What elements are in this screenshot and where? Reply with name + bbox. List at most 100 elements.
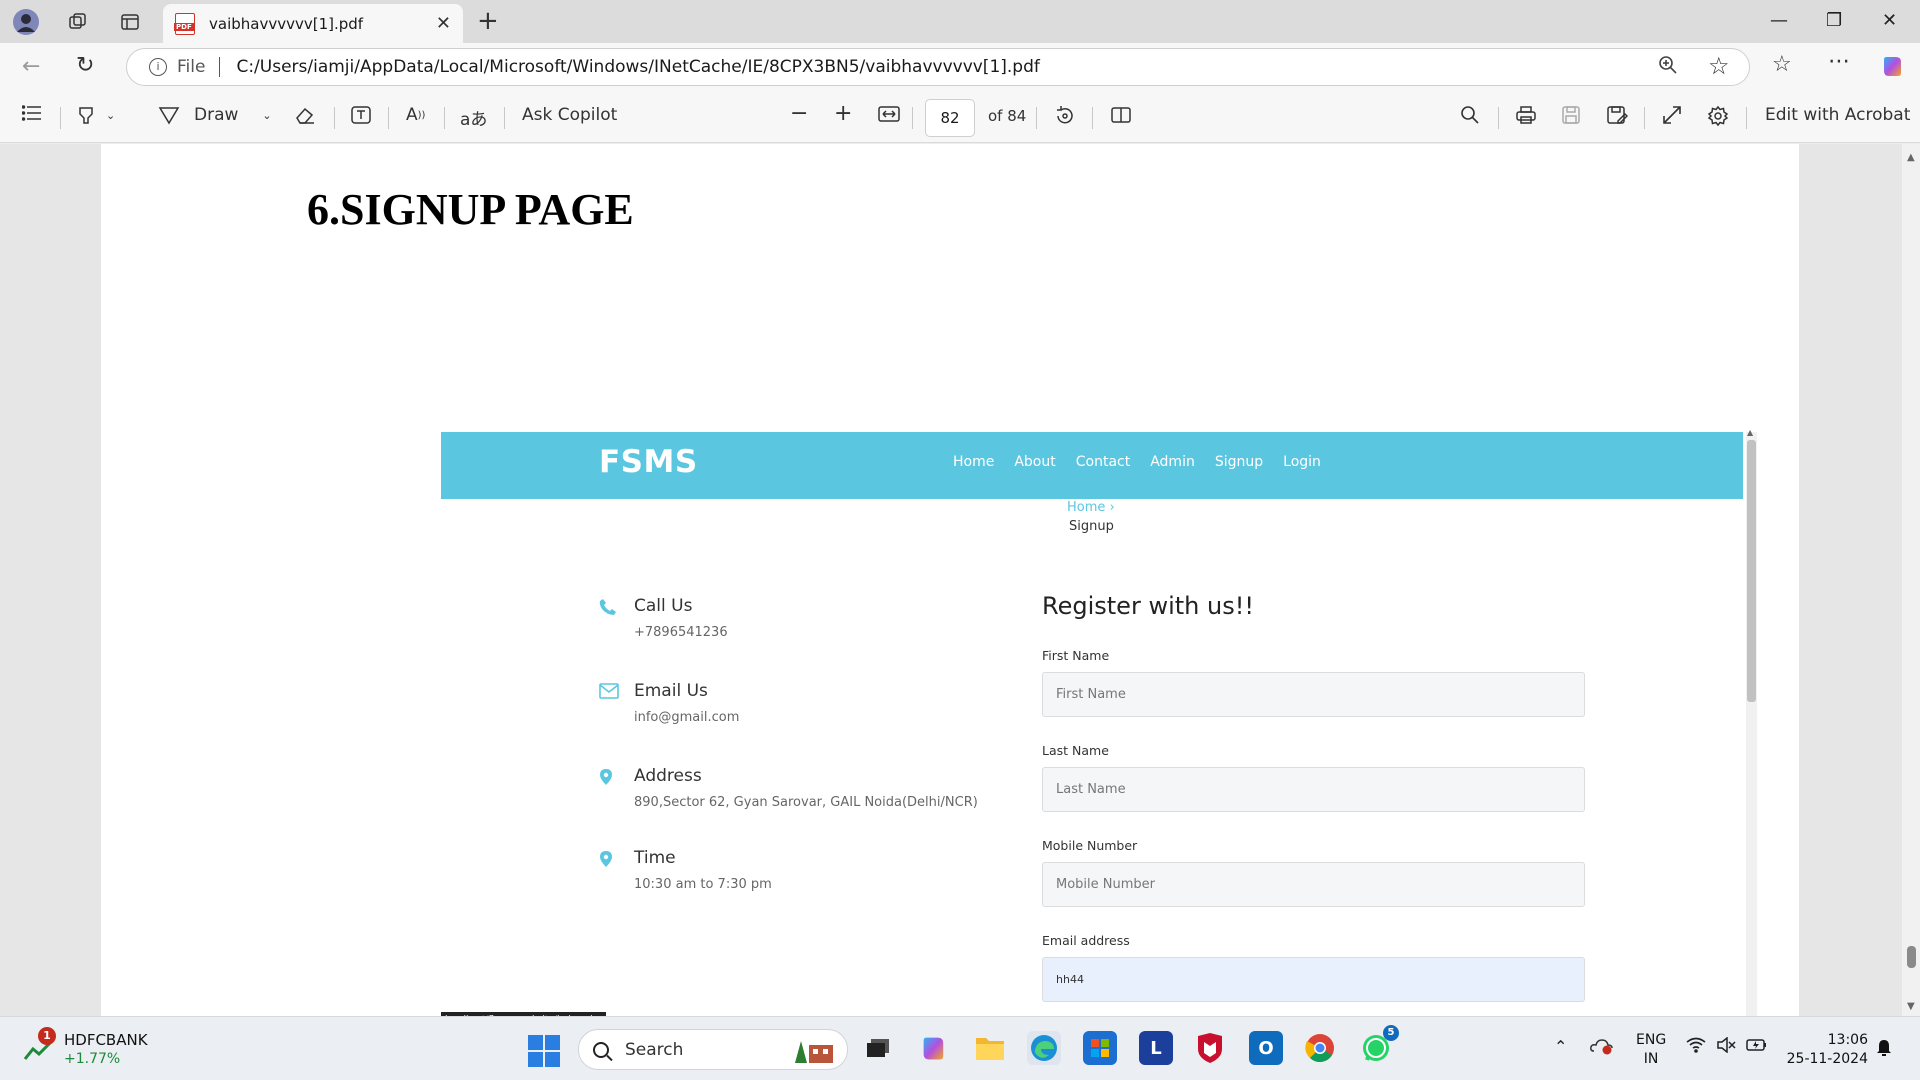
whatsapp-badge: 5 (1383, 1025, 1399, 1041)
notification-bell-icon[interactable] (1876, 1039, 1892, 1061)
more-options-icon[interactable]: ⋯ (1828, 49, 1850, 74)
window-close-icon[interactable]: ✕ (1882, 10, 1897, 31)
restore-icon[interactable]: ❐ (1826, 10, 1842, 31)
chrome-icon[interactable] (1303, 1031, 1337, 1065)
store-icon[interactable] (1083, 1031, 1117, 1065)
nav-signup[interactable]: Signup (1215, 454, 1263, 470)
vertical-tabs-icon[interactable] (116, 8, 144, 36)
breadcrumb-home[interactable]: Home › (1067, 500, 1115, 515)
edit-with-acrobat-button[interactable]: Edit with Acrobat (1765, 105, 1910, 125)
new-tab-icon[interactable]: + (477, 8, 499, 34)
wifi-icon[interactable] (1686, 1037, 1706, 1057)
page-number-input[interactable]: 82 (925, 99, 975, 137)
chevron-down-icon[interactable]: ⌄ (262, 109, 271, 122)
task-view-icon[interactable] (861, 1031, 895, 1065)
battery-charging-icon[interactable] (1746, 1037, 1768, 1057)
favorites-icon[interactable]: ☆ (1772, 52, 1792, 77)
text-box-icon[interactable] (350, 105, 372, 125)
workspaces-icon[interactable] (64, 8, 92, 36)
zoom-icon[interactable] (1658, 55, 1678, 80)
language-indicator[interactable]: ENG IN (1636, 1031, 1666, 1069)
l-app-icon[interactable]: L (1139, 1031, 1173, 1065)
system-clock[interactable]: 13:06 25-11-2024 (1786, 1031, 1868, 1069)
onedrive-status-icon[interactable] (1590, 1037, 1614, 1059)
profile-avatar-icon[interactable] (12, 8, 40, 36)
contents-list-icon[interactable] (22, 105, 42, 121)
back-icon[interactable]: ← (22, 54, 40, 79)
toolbar-divider (1036, 107, 1037, 129)
pdf-toolbar: ⌄ Draw ⌄ A)) aあ Ask Copilot − + 82 of 84 (0, 91, 1920, 143)
highlight-icon[interactable]: ⌄ (76, 105, 115, 125)
chevron-down-icon[interactable]: ⌄ (106, 109, 115, 122)
file-explorer-icon[interactable] (973, 1031, 1007, 1065)
location-pin-icon (599, 768, 619, 788)
draw-button[interactable]: Draw ⌄ (158, 105, 272, 125)
nav-about[interactable]: About (1014, 454, 1055, 470)
edge-browser-icon[interactable] (1027, 1031, 1061, 1065)
zoom-out-icon[interactable]: − (790, 101, 808, 126)
nav-login[interactable]: Login (1283, 454, 1321, 470)
minimize-icon[interactable]: — (1770, 10, 1788, 31)
info-icon[interactable]: i (149, 58, 167, 76)
rotate-icon[interactable] (1054, 105, 1076, 127)
address-bar-row: ← ↻ i File C:/Users/iamji/AppData/Local/… (0, 43, 1920, 91)
nav-home[interactable]: Home (953, 454, 994, 470)
whatsapp-icon[interactable]: 5 (1359, 1025, 1399, 1065)
stock-widget[interactable]: 1 HDFCBANK +1.77% (24, 1027, 154, 1069)
favorite-star-icon[interactable]: ☆ (1708, 52, 1730, 80)
site-menu: Home About Contact Admin Signup Login (953, 454, 1321, 470)
embedded-screenshot: FSMS Home About Contact Admin Signup Log… (441, 428, 1757, 1030)
fit-width-icon[interactable] (878, 105, 900, 123)
nav-admin[interactable]: Admin (1150, 454, 1195, 470)
translate-icon[interactable]: aあ (460, 105, 487, 130)
fullscreen-icon[interactable] (1662, 105, 1682, 125)
last-name-label: Last Name (1042, 743, 1109, 758)
contact-title: Time (634, 848, 676, 868)
tab-close-icon[interactable]: ✕ (436, 13, 451, 34)
taskbar-search[interactable]: Search (578, 1029, 848, 1070)
last-name-input[interactable] (1042, 767, 1585, 812)
show-hidden-icons-icon[interactable]: ⌃ (1554, 1037, 1567, 1056)
page-view-icon[interactable] (1110, 105, 1132, 125)
volume-muted-icon[interactable] (1716, 1036, 1736, 1057)
eraser-icon[interactable] (294, 105, 316, 125)
settings-gear-icon[interactable] (1707, 105, 1729, 127)
email-address-input[interactable] (1042, 957, 1585, 1002)
url-field[interactable]: i File C:/Users/iamji/AppData/Local/Micr… (126, 48, 1750, 86)
toolbar-divider (388, 107, 389, 129)
refresh-icon[interactable]: ↻ (76, 53, 94, 78)
save-icon[interactable] (1561, 105, 1581, 125)
start-windows-icon[interactable] (528, 1035, 560, 1067)
pdf-scrollbar[interactable]: ▲ ▼ (1902, 144, 1920, 1016)
mobile-number-label: Mobile Number (1042, 838, 1138, 853)
stock-change: +1.77% (64, 1051, 121, 1067)
outlook-icon[interactable]: O (1249, 1031, 1283, 1065)
toolbar-divider (60, 107, 61, 129)
windows-taskbar: 1 HDFCBANK +1.77% Search L O 5 ⌃ ENG IN (0, 1016, 1920, 1080)
save-as-icon[interactable] (1606, 105, 1628, 125)
nav-contact[interactable]: Contact (1076, 454, 1130, 470)
scrollbar-thumb[interactable] (1907, 946, 1916, 968)
contact-title: Email Us (634, 681, 708, 701)
mcafee-icon[interactable] (1193, 1031, 1227, 1065)
clock-date: 25-11-2024 (1786, 1051, 1868, 1067)
contact-value: 890,Sector 62, Gyan Sarovar, GAIL Noida(… (634, 795, 978, 810)
active-tab[interactable]: PDF vaibhavvvvvv[1].pdf ✕ (163, 4, 463, 43)
mobile-number-input[interactable] (1042, 862, 1585, 907)
copilot-app-icon[interactable] (917, 1031, 951, 1065)
ask-copilot-button[interactable]: Ask Copilot (522, 105, 617, 125)
read-aloud-icon[interactable]: A)) (406, 105, 425, 125)
print-icon[interactable] (1515, 105, 1537, 125)
contact-title: Call Us (634, 596, 693, 616)
contact-value: +7896541236 (634, 625, 728, 640)
toolbar-divider (1092, 107, 1093, 129)
copilot-icon[interactable] (1880, 53, 1906, 84)
search-icon (593, 1041, 609, 1058)
url-text[interactable]: C:/Users/iamji/AppData/Local/Microsoft/W… (236, 57, 1039, 77)
scroll-up-icon[interactable]: ▲ (1907, 152, 1915, 163)
zoom-in-icon[interactable]: + (834, 101, 852, 126)
first-name-input[interactable] (1042, 672, 1585, 717)
scroll-down-icon[interactable]: ▼ (1907, 1001, 1915, 1012)
find-icon[interactable] (1460, 105, 1480, 125)
scroll-up-icon: ▲ (1747, 428, 1754, 437)
